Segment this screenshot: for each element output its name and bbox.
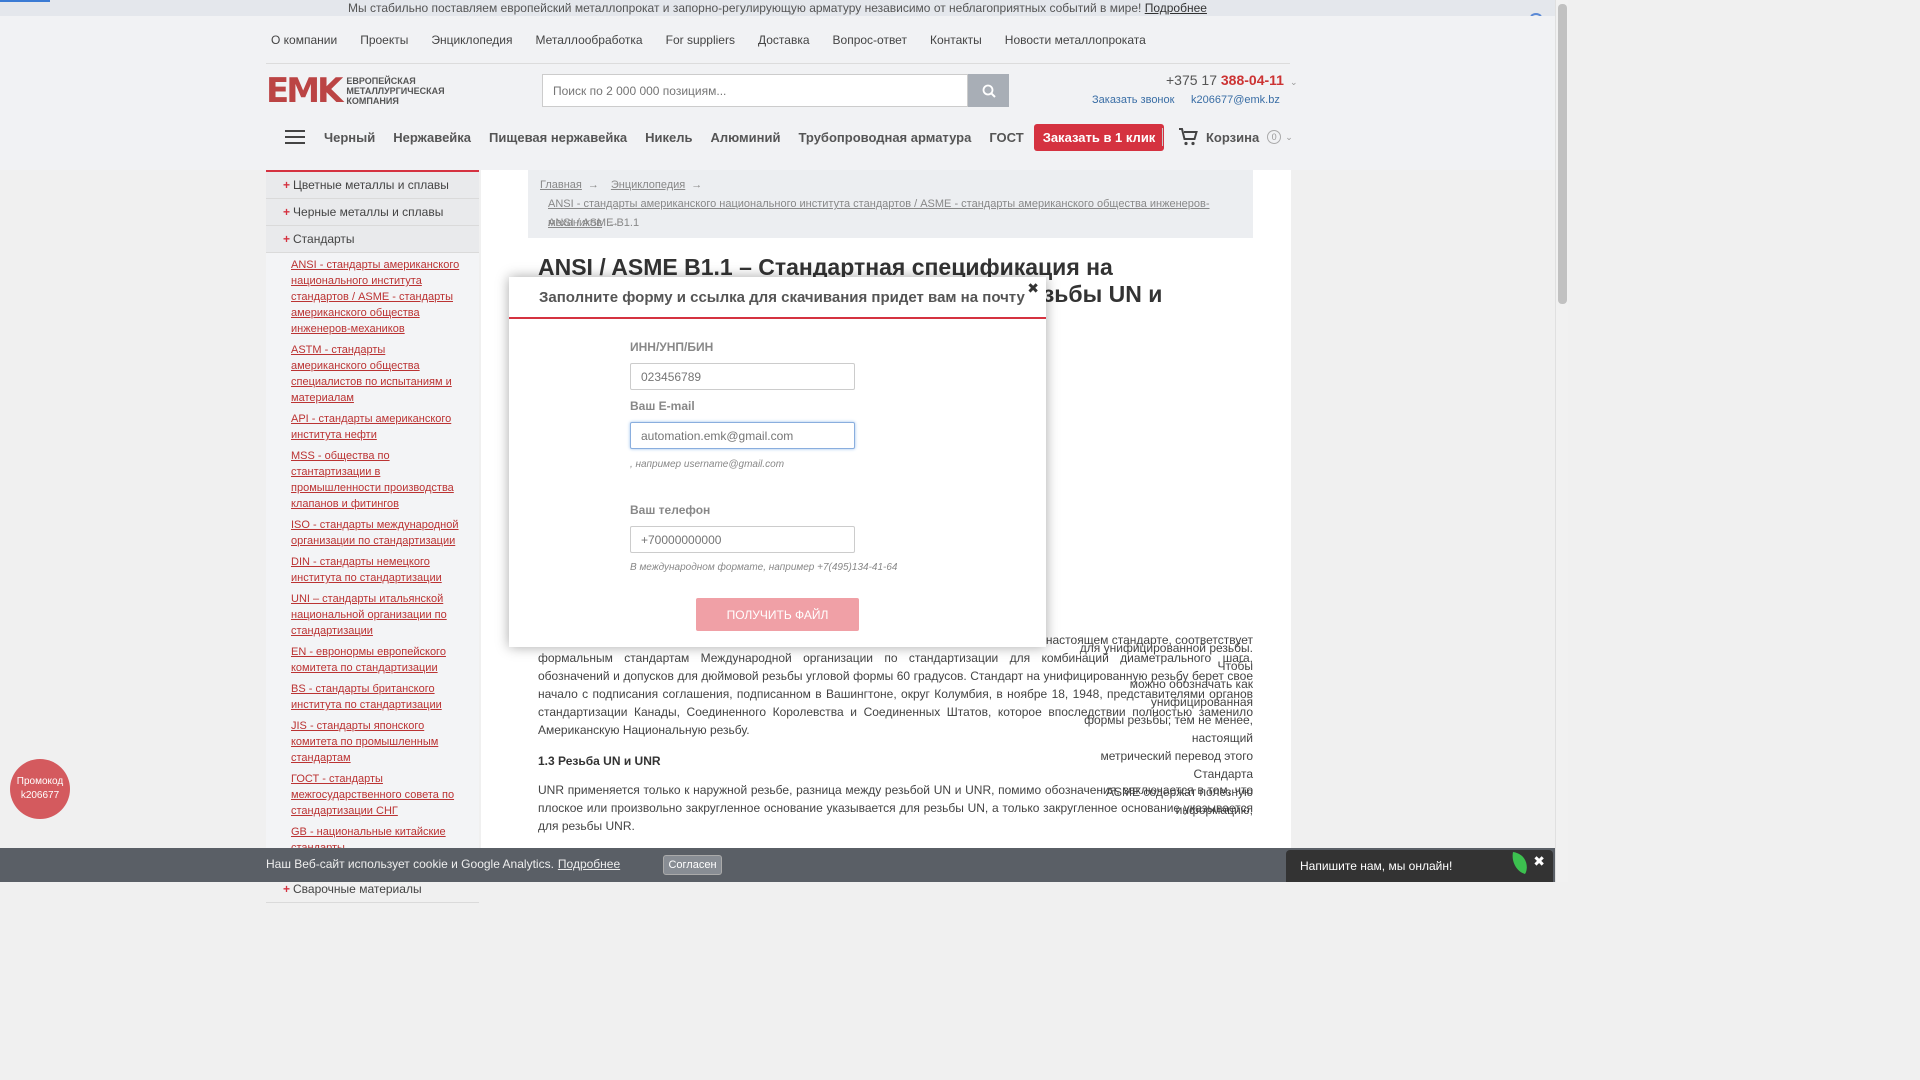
sidebar-sub-uni[interactable]: UNI – стандарты итальянской национальной… (291, 591, 463, 639)
topnav-contacts[interactable]: Контакты (925, 33, 982, 47)
hamburger-icon (285, 130, 305, 144)
top-nav: О компании Проекты Энциклопедия Металлоо… (266, 16, 1290, 64)
sidebar-sub-din[interactable]: DIN - стандарты немецкого института по с… (291, 554, 463, 586)
article-para-2: формальным стандартам Международной орга… (538, 651, 1253, 737)
chat-widget[interactable]: Напишите нам, мы онлайн! ✖ (1286, 850, 1553, 882)
email-label: Ваш E-mail (630, 399, 695, 413)
cookie-more-link[interactable]: Подробнее (558, 857, 620, 871)
sidebar-cat-nonferrous[interactable]: + Цветные металлы и сплавы (266, 172, 479, 199)
chevron-down-icon: ⌄ (1285, 131, 1293, 142)
close-icon[interactable]: ✖ (1533, 853, 1545, 870)
topnav-news[interactable]: Новости металлопроката (1000, 33, 1146, 47)
modal-heading: Заполните форму и ссылка для скачивания … (509, 277, 1046, 319)
loading-progress (0, 0, 50, 2)
cart-count-badge: 0 (1267, 130, 1282, 144)
catnav-pipeline-valves[interactable]: Трубопроводная арматура (798, 130, 971, 145)
close-icon[interactable]: ✖ (1027, 280, 1039, 297)
sidebar-sub-en[interactable]: EN - евронормы европейского комитета по … (291, 644, 463, 676)
catnav-nickel[interactable]: Никель (645, 130, 692, 145)
promo-code-badge[interactable]: Промокод k206677 (10, 759, 70, 819)
scrollbar-thumb[interactable] (1558, 4, 1567, 304)
download-form-modal: Заполните форму и ссылка для скачивания … (509, 277, 1046, 647)
plus-icon: + (283, 232, 291, 246)
chat-text: Напишите нам, мы онлайн! (1300, 859, 1453, 873)
get-file-button[interactable]: ПОЛУЧИТЬ ФАЙЛ (696, 598, 859, 631)
breadcrumb-home[interactable]: Главная (540, 179, 582, 191)
topnav-encyclopedia[interactable]: Энциклопедия (426, 33, 512, 47)
sidebar-standards-list: ANSI - стандарты американского националь… (266, 253, 479, 876)
one-click-order-button[interactable]: Заказать в 1 клик (1033, 123, 1165, 151)
catnav-aluminium[interactable]: Алюминий (710, 130, 780, 145)
sidebar-sub-gost[interactable]: ГОСТ - стандарты межгосударственного сов… (291, 771, 463, 819)
cookie-agree-button[interactable]: Согласен (663, 855, 722, 875)
catnav-black[interactable]: Черный (324, 130, 375, 145)
catnav-gost[interactable]: ГОСТ (989, 130, 1023, 145)
sidebar-sub-ansi[interactable]: ANSI - стандарты американского националь… (291, 257, 463, 337)
breadcrumb-current: ANSI / ASME B1.1 (548, 217, 640, 229)
logo-text: ЕВРОПЕЙСКАЯ МЕТАЛЛУРГИЧЕСКАЯ КОМПАНИЯ (346, 76, 445, 106)
phone-input[interactable] (630, 526, 855, 553)
menu-button[interactable] (266, 123, 324, 151)
sidebar-sub-jis[interactable]: JIS - стандарты японского комитета по пр… (291, 718, 463, 766)
plus-icon: + (283, 178, 291, 192)
search-button[interactable] (968, 74, 1009, 107)
company-logo[interactable]: EMK ЕВРОПЕЙСКАЯ МЕТАЛЛУРГИЧЕСКАЯ КОМПАНИ… (266, 74, 466, 108)
catnav-stainless[interactable]: Нержавейка (393, 130, 471, 145)
inn-input[interactable] (630, 363, 855, 390)
email-hint: , например username@gmail.com (630, 459, 785, 470)
topnav-suppliers[interactable]: For suppliers (661, 33, 735, 47)
breadcrumb: Главная → Энциклопедия → ANSI - стандарты а… (528, 170, 1253, 238)
sidebar-sub-api[interactable]: API - стандарты американского института … (291, 411, 463, 443)
sidebar-sub-bs[interactable]: BS - стандарты британского института по … (291, 681, 463, 713)
cart-label: Корзина (1206, 129, 1260, 145)
announcement-bar: Мы стабильно поставляем европейский мета… (0, 0, 1555, 16)
plus-icon: + (283, 205, 291, 219)
catalog-nav: Черный Нержавейка Пищевая нержавейка Ник… (266, 123, 1296, 151)
leaf-icon (1512, 852, 1527, 874)
topnav-projects[interactable]: Проекты (355, 33, 408, 47)
article-para-3: UNR применяется только к наружной резьбе… (538, 783, 1253, 833)
search-icon (982, 84, 996, 98)
inn-label: ИНН/УНП/БИН (630, 340, 714, 354)
breadcrumb-encyclopedia[interactable]: Энциклопедия (611, 179, 685, 191)
phone-number[interactable]: +375 17 388-04-11 ⌄ (1166, 72, 1298, 88)
sidebar-cat-ferrous[interactable]: + Черные металлы и сплавы (266, 199, 479, 226)
chevron-down-icon: ⌄ (1289, 77, 1298, 87)
email-link[interactable]: k206677@emk.bz (1191, 94, 1280, 106)
topnav-faq[interactable]: Вопрос-ответ (828, 33, 907, 47)
sidebar: + Цветные металлы и сплавы + Черные металл… (266, 170, 479, 903)
sidebar-sub-mss[interactable]: MSS - общества по стантартизации в промы… (291, 448, 463, 512)
callback-link[interactable]: Заказать звонок (1092, 94, 1174, 106)
phone-label: Ваш телефон (630, 503, 711, 517)
divider (1162, 128, 1163, 146)
search-input[interactable] (542, 74, 968, 107)
announcement-text: Мы стабильно поставляем европейский мета… (348, 1, 1142, 15)
cookie-text: Наш Веб-сайт использует cookie и Google … (266, 857, 554, 871)
arrow-right-icon: → (587, 179, 599, 191)
sidebar-sub-astm[interactable]: ASTM - стандарты американского общества … (291, 342, 463, 406)
phone-hint: В международном формате, например +7(495… (630, 562, 898, 573)
topnav-about[interactable]: О компании (266, 33, 337, 47)
catnav-food-stainless[interactable]: Пищевая нержавейка (489, 130, 627, 145)
topnav-metalworking[interactable]: Металлообработка (530, 33, 642, 47)
article-para-2-tail: настоящем стандарте, соответствует (1045, 633, 1253, 647)
arrow-right-icon: → (691, 179, 703, 191)
topnav-delivery[interactable]: Доставка (753, 33, 810, 47)
cart-button[interactable]: Корзина 0 ⌄ (1178, 128, 1293, 146)
plus-icon: + (283, 882, 291, 896)
section-heading: 1.3 Резьба UN и UNR (538, 754, 661, 768)
sidebar-cat-standards[interactable]: + Стандарты (266, 226, 479, 253)
announcement-more-link[interactable]: Подробнее (1145, 1, 1207, 15)
sidebar-sub-iso[interactable]: ISO - стандарты международной организаци… (291, 517, 463, 549)
scrollbar[interactable] (1555, 0, 1568, 882)
email-input[interactable] (630, 422, 855, 449)
cart-icon (1179, 128, 1198, 146)
logo-mark: EMK (266, 71, 343, 111)
